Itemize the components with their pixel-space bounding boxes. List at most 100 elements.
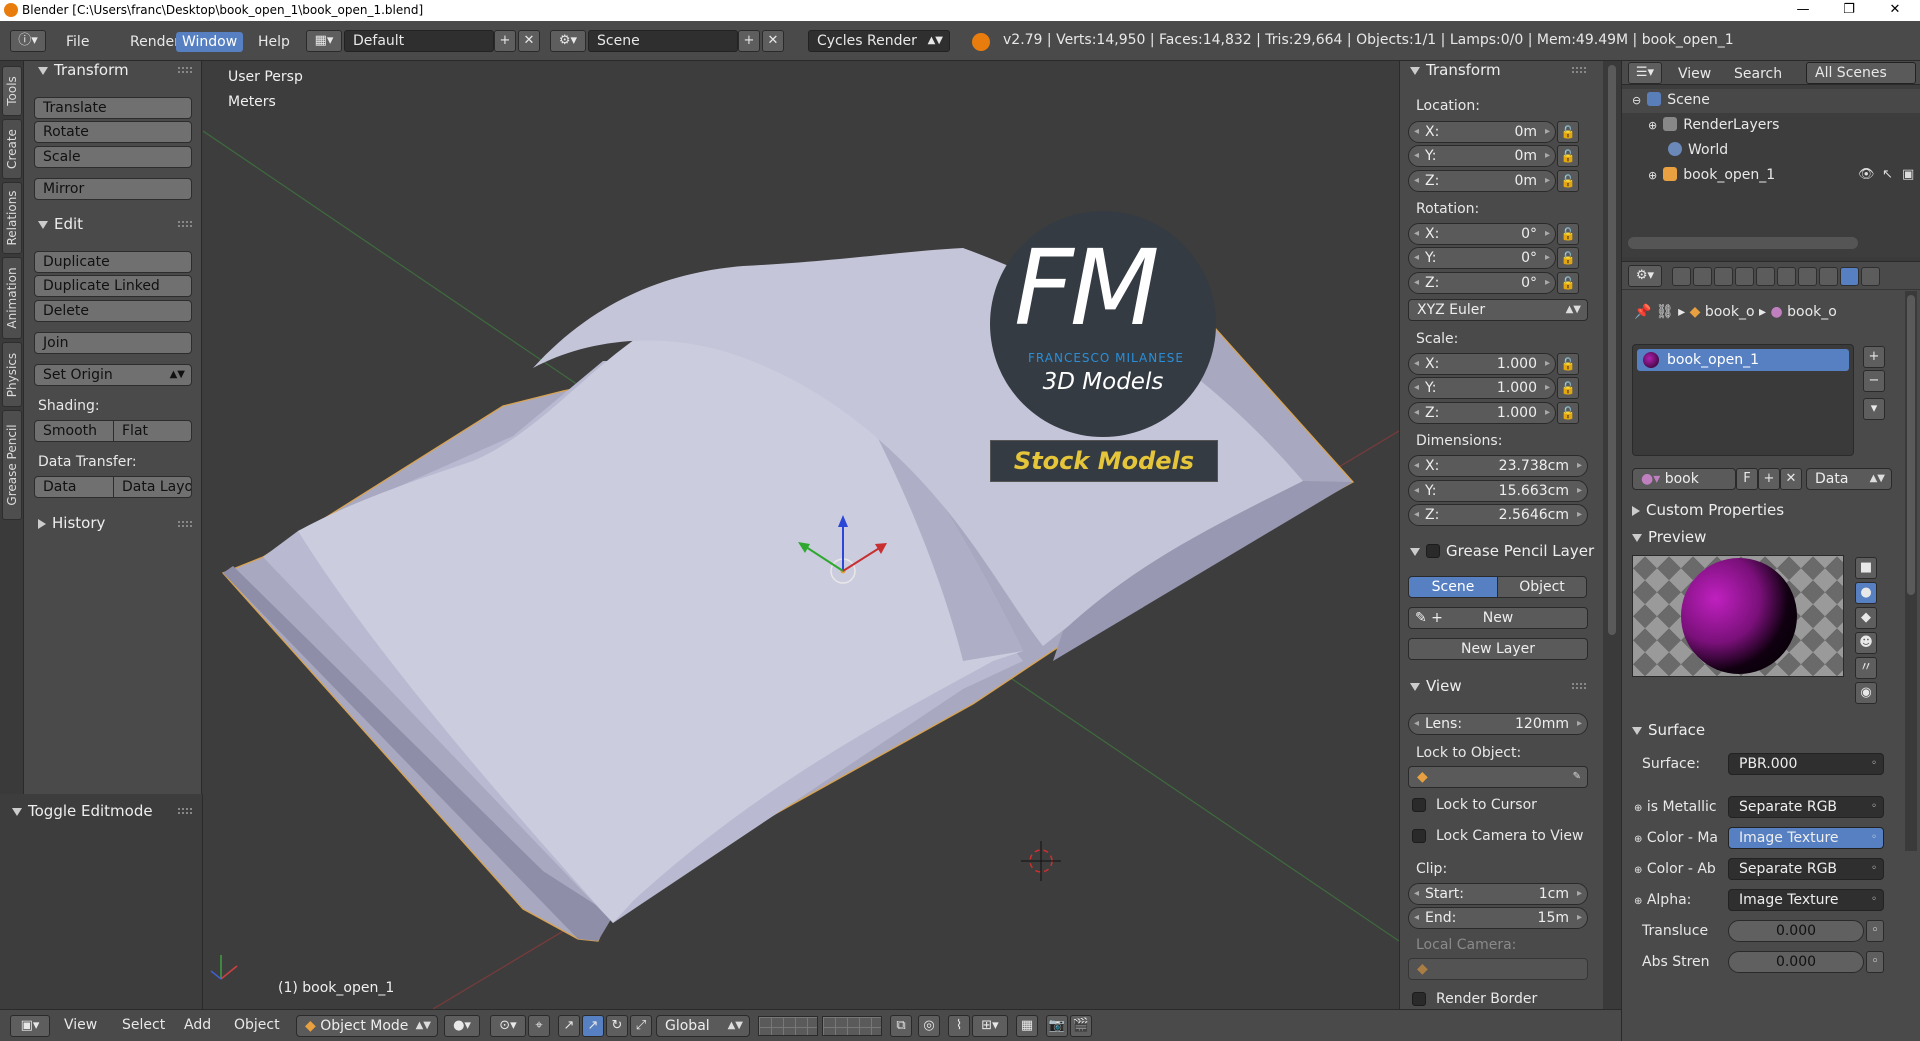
constraints-tab-icon[interactable] <box>1777 267 1796 286</box>
clip-start-field[interactable]: ◂ Start: 1cm ▸ <box>1408 883 1588 905</box>
abs-strength-slider[interactable]: 0.000 <box>1728 951 1864 973</box>
input-is-metallic-dropdown[interactable]: Separate RGB ◦ <box>1728 796 1884 818</box>
lock-to-cursor-checkbox[interactable] <box>1412 798 1426 812</box>
scene-selector-icon[interactable]: ⚙▾ <box>550 30 586 52</box>
visibility-eye-icon[interactable]: 👁 <box>1858 167 1875 182</box>
lock-camera-checkbox[interactable] <box>1412 829 1426 843</box>
translucency-link-icon[interactable]: ◦ <box>1866 920 1884 942</box>
preview-flat-icon[interactable]: ■ <box>1855 557 1877 579</box>
scene-tab-icon[interactable] <box>1714 267 1733 286</box>
surface-shader-dropdown[interactable]: PBR.000 ◦ <box>1728 753 1884 775</box>
history-panel-header[interactable]: History <box>38 514 105 532</box>
surface-header[interactable]: Surface <box>1632 721 1705 739</box>
lock-icon[interactable]: 🔓 <box>1557 145 1579 167</box>
menu-view[interactable]: View <box>64 1017 97 1033</box>
npanel-transform-header[interactable]: Transform <box>1410 61 1501 79</box>
preview-hair-icon[interactable]: 〃 <box>1855 657 1877 679</box>
render-border-checkbox[interactable] <box>1412 992 1426 1006</box>
scale-manipulator-icon[interactable]: ⤢ <box>630 1015 652 1037</box>
transform-orientation-dropdown[interactable]: Global ▲▼ <box>656 1015 750 1037</box>
maximize-button[interactable]: ❐ <box>1826 0 1872 21</box>
menu-select[interactable]: Select <box>122 1017 165 1033</box>
menu-help[interactable]: Help <box>252 32 296 52</box>
outliner-item-renderlayers[interactable]: ⊕ RenderLayers <box>1648 117 1779 133</box>
input-color-ma-dropdown[interactable]: Image Texture ◦ <box>1728 827 1884 849</box>
scale-x-field[interactable]: ◂ X: 1.000 ▸ <box>1408 353 1556 375</box>
dimension-z-field[interactable]: ◂ Z: 2.5646cm ▸ <box>1408 504 1588 526</box>
scale-y-field[interactable]: ◂ Y: 1.000 ▸ <box>1408 377 1556 399</box>
flat-button[interactable]: Flat <box>113 420 192 442</box>
snap-toggle-icon[interactable]: ⌇ <box>948 1015 970 1037</box>
drag-handle-icon[interactable] <box>178 521 192 527</box>
select-cursor-icon[interactable]: ↖ <box>1882 167 1893 182</box>
material-slot-item[interactable]: book_open_1 <box>1637 349 1849 371</box>
preview-header[interactable]: Preview <box>1632 528 1706 546</box>
join-button[interactable]: Join <box>34 332 192 354</box>
render-camera-icon[interactable]: ▣ <box>1902 167 1914 182</box>
preview-monkey-icon[interactable]: ☻ <box>1855 632 1877 654</box>
duplicate-button[interactable]: Duplicate <box>34 251 192 273</box>
preview-world-icon[interactable]: ◉ <box>1855 682 1877 704</box>
lock-icon[interactable]: 🔓 <box>1557 272 1579 294</box>
opengl-animation-icon[interactable]: 🎬 <box>1070 1015 1092 1037</box>
tab-grease-pencil[interactable]: Grease Pencil <box>2 410 22 520</box>
location-z-field[interactable]: ◂ Z: 0m ▸ <box>1408 170 1556 192</box>
location-x-field[interactable]: ◂ X: 0m ▸ <box>1408 121 1556 143</box>
drag-handle-icon[interactable] <box>178 808 192 814</box>
scale-button[interactable]: Scale <box>34 146 192 168</box>
material-link-dropdown[interactable]: Data ▲▼ <box>1806 468 1892 490</box>
minimize-button[interactable]: — <box>1780 0 1826 21</box>
screen-layout-icon[interactable]: ▦▾ <box>306 30 342 52</box>
gp-new-button[interactable]: ✎ + New <box>1408 607 1588 629</box>
object-tab-icon[interactable] <box>1756 267 1775 286</box>
lock-icon[interactable]: 🔓 <box>1557 170 1579 192</box>
add-scene-icon[interactable]: + <box>738 30 760 52</box>
texture-tab-icon[interactable] <box>1861 267 1880 286</box>
outliner-editor-icon[interactable]: ☰▾ <box>1628 62 1662 84</box>
pivot-point-icon[interactable]: ⊙▾ <box>490 1015 526 1037</box>
grease-pencil-header[interactable]: Grease Pencil Layer <box>1410 542 1594 560</box>
outliner-item-book-open-1[interactable]: ⊕ book_open_1 <box>1648 167 1775 183</box>
local-camera-field[interactable]: ◆ <box>1408 958 1588 980</box>
editor-type-3d-icon[interactable]: ▣▾ <box>10 1015 50 1037</box>
rotation-z-field[interactable]: ◂ Z: 0° ▸ <box>1408 272 1556 294</box>
layers-grid-1[interactable] <box>758 1016 818 1036</box>
3d-cursor-icon[interactable] <box>1021 841 1061 881</box>
tab-physics[interactable]: Physics <box>2 342 22 407</box>
clip-end-field[interactable]: ◂ End: 15m ▸ <box>1408 907 1588 929</box>
layer-lock-icon[interactable]: ⧉ <box>890 1015 912 1037</box>
modifiers-tab-icon[interactable] <box>1798 267 1817 286</box>
lock-icon[interactable]: 🔓 <box>1557 353 1579 375</box>
fake-user-button[interactable]: F <box>1736 468 1758 490</box>
npanel-scrollbar[interactable] <box>1603 61 1621 1009</box>
translate-manipulator-icon[interactable]: ↗ <box>558 1015 580 1037</box>
input-color-ab-dropdown[interactable]: Separate RGB ◦ <box>1728 858 1884 880</box>
rotation-x-field[interactable]: ◂ X: 0° ▸ <box>1408 223 1556 245</box>
tab-create[interactable]: Create <box>2 119 22 179</box>
viewport-shading-icon[interactable]: ●▾ <box>444 1015 480 1037</box>
view-panel-header[interactable]: View <box>1410 677 1462 695</box>
grease-pencil-checkbox[interactable] <box>1426 544 1440 558</box>
remove-scene-icon[interactable]: ✕ <box>762 30 784 52</box>
outliner-view-menu[interactable]: View <box>1672 64 1717 84</box>
drag-handle-icon[interactable] <box>178 67 192 73</box>
menu-add[interactable]: Add <box>184 1017 211 1033</box>
lock-icon[interactable]: 🔓 <box>1557 377 1579 399</box>
opengl-render-icon[interactable]: 📷 <box>1046 1015 1068 1037</box>
drag-handle-icon[interactable] <box>1572 67 1586 73</box>
delete-button[interactable]: Delete <box>34 300 192 322</box>
tab-relations[interactable]: Relations <box>2 182 22 254</box>
rotate-button[interactable]: Rotate <box>34 121 192 143</box>
tab-animation[interactable]: Animation <box>2 257 22 339</box>
data-transfer-button[interactable]: Data <box>34 476 114 498</box>
menu-file[interactable]: File <box>60 32 95 52</box>
data-layout-button[interactable]: Data Layo <box>113 476 192 498</box>
menu-object[interactable]: Object <box>234 1017 280 1033</box>
lock-icon[interactable]: 🔓 <box>1557 402 1579 424</box>
lock-icon[interactable]: 🔓 <box>1557 121 1579 143</box>
custom-properties-header[interactable]: Custom Properties <box>1632 501 1784 519</box>
material-tab-icon[interactable] <box>1840 267 1859 286</box>
snap-element-icon[interactable]: ⊞▾ <box>972 1015 1008 1037</box>
outliner-hscrollbar[interactable] <box>1628 237 1858 249</box>
duplicate-linked-button[interactable]: Duplicate Linked <box>34 275 192 297</box>
